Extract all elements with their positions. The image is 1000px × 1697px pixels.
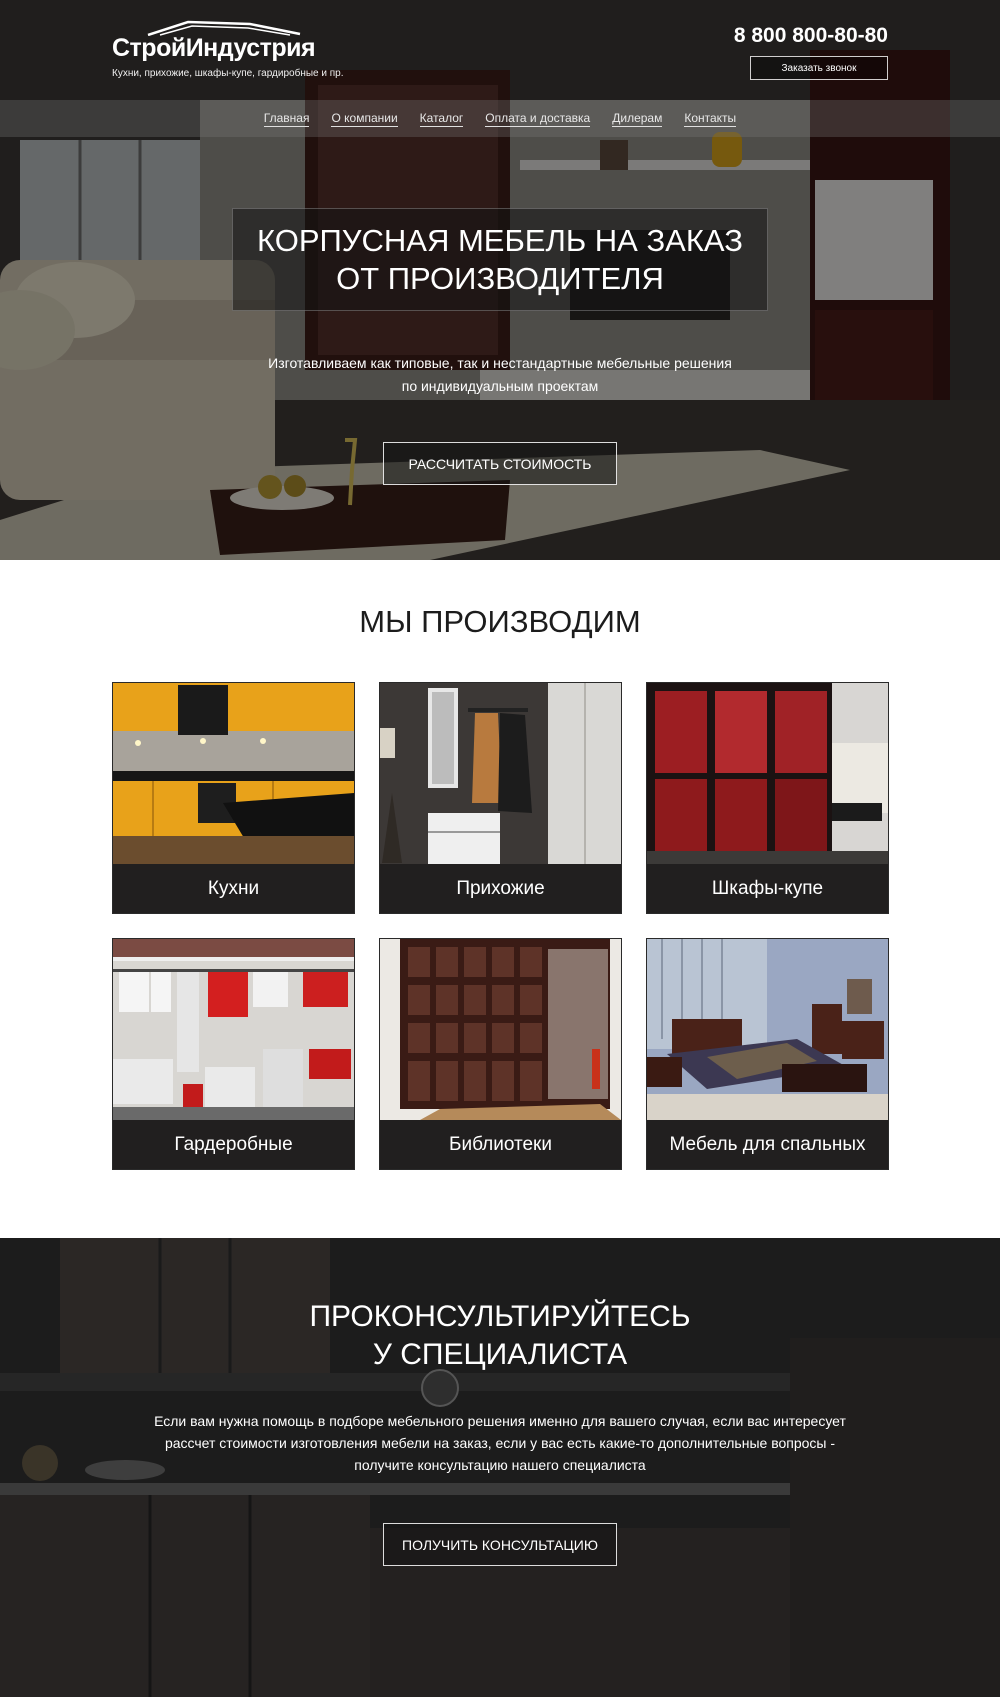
product-card-dressing-rooms[interactable]: Гардеробные (112, 938, 355, 1170)
consultation-title: ПРОКОНСУЛЬТИРУЙТЕСЬ У СПЕЦИАЛИСТА (0, 1298, 1000, 1374)
consultation-text: Если вам нужна помощь в подборе мебельно… (100, 1410, 900, 1476)
library-photo (380, 939, 621, 1120)
phone-number[interactable]: 8 800 800-80-80 (734, 24, 888, 48)
callback-button[interactable]: Заказать звонок (750, 56, 888, 80)
hero-title-line-2: ОТ ПРОИЗВОДИТЕЛЯ (336, 260, 664, 296)
site-header: СтройИндустрия Кухни, прихожие, шкафы-ку… (0, 0, 1000, 100)
products-section-title: МЫ ПРОИЗВОДИМ (359, 604, 641, 639)
consultation-text-line-2: рассчет стоимости изготовления мебели на… (164, 1435, 836, 1451)
nav-item-dealers[interactable]: Дилерам (612, 111, 663, 127)
product-card-kitchens[interactable]: Кухни (112, 682, 355, 914)
calculate-cost-button[interactable]: РАССЧИТАТЬ СТОИМОСТЬ (383, 442, 617, 485)
product-card-libraries[interactable]: Библиотеки (379, 938, 622, 1170)
hero-subtitle: Изготавливаем как типовые, так и нестанд… (200, 352, 800, 398)
product-label: Шкафы-купе (647, 864, 888, 913)
consultation-text-line-3: получите консультацию нашего специалиста (354, 1457, 646, 1473)
nav-item-catalog[interactable]: Каталог (419, 111, 464, 127)
logo-name: СтройИндустрия (112, 34, 316, 62)
hero-title-line-1: КОРПУСНАЯ МЕБЕЛЬ НА ЗАКАЗ (257, 222, 743, 258)
hero-section: СтройИндустрия Кухни, прихожие, шкафы-ку… (0, 0, 1000, 560)
main-nav: Главная О компании Каталог Оплата и дост… (0, 100, 1000, 137)
nav-item-about[interactable]: О компании (331, 111, 398, 127)
product-card-sliding-wardrobes[interactable]: Шкафы-купе (646, 682, 889, 914)
consultation-text-line-1: Если вам нужна помощь в подборе мебельно… (154, 1413, 846, 1429)
consultation-title-line-2: У СПЕЦИАЛИСТА (372, 1338, 628, 1371)
hero-subtitle-line-2: по индивидуальным проектам (401, 378, 599, 394)
dressing-room-photo (113, 939, 354, 1120)
product-card-bedroom-furniture[interactable]: Мебель для спальных (646, 938, 889, 1170)
product-label: Кухни (113, 864, 354, 913)
nav-item-contacts[interactable]: Контакты (684, 111, 737, 127)
kitchen-photo (113, 683, 354, 864)
hallway-photo (380, 683, 621, 864)
nav-item-payment-delivery[interactable]: Оплата и доставка (485, 111, 591, 127)
product-label: Библиотеки (380, 1120, 621, 1169)
hero-title: КОРПУСНАЯ МЕБЕЛЬ НА ЗАКАЗ ОТ ПРОИЗВОДИТЕ… (232, 208, 768, 311)
get-consultation-button[interactable]: ПОЛУЧИТЬ КОНСУЛЬТАЦИЮ (383, 1523, 617, 1566)
nav-item-home[interactable]: Главная (263, 111, 310, 127)
consultation-title-line-1: ПРОКОНСУЛЬТИРУЙТЕСЬ (309, 1300, 691, 1333)
hero-subtitle-line-1: Изготавливаем как типовые, так и нестанд… (268, 355, 732, 371)
product-label: Гардеробные (113, 1120, 354, 1169)
logo-tagline: Кухни, прихожие, шкафы-купе, гардиробные… (112, 68, 344, 79)
consultation-section: ПРОКОНСУЛЬТИРУЙТЕСЬ У СПЕЦИАЛИСТА Если в… (0, 1238, 1000, 1697)
product-card-hallways[interactable]: Прихожие (379, 682, 622, 914)
sliding-wardrobe-photo (647, 683, 888, 864)
product-label: Прихожие (380, 864, 621, 913)
product-label: Мебель для спальных (647, 1120, 888, 1169)
bedroom-photo (647, 939, 888, 1120)
